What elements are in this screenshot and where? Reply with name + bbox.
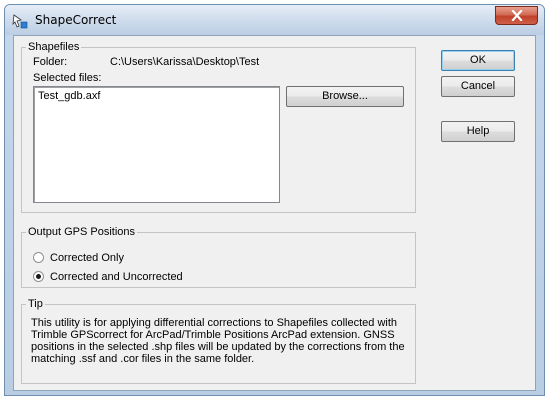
dialog-window: ShapeCorrect Shapefiles Folder: C:\Users… [4, 4, 545, 396]
window-title: ShapeCorrect [35, 13, 117, 27]
output-gps-legend: Output GPS Positions [28, 226, 135, 238]
close-x-icon [511, 10, 523, 21]
tip-text: This utility is for applying differentia… [31, 317, 405, 365]
folder-path: C:\Users\Karissa\Desktop\Test [110, 56, 260, 68]
radio-label: Corrected Only [50, 252, 124, 264]
help-button[interactable]: Help [441, 121, 515, 142]
close-button[interactable] [495, 6, 538, 25]
browse-button[interactable]: Browse... [286, 86, 404, 107]
cancel-button[interactable]: Cancel [441, 76, 515, 97]
radio-selected-dot [36, 274, 41, 279]
radio-label: Corrected and Uncorrected [50, 271, 183, 283]
tip-legend: Tip [28, 298, 43, 310]
selected-files-label: Selected files: [33, 72, 102, 84]
radio-circle[interactable] [33, 271, 44, 282]
shapefiles-legend: Shapefiles [28, 41, 80, 53]
ok-button[interactable]: OK [441, 50, 515, 71]
folder-label: Folder: [33, 56, 68, 68]
selected-files-listbox[interactable]: Test_gdb.axf [33, 86, 280, 203]
shapecorrect-app-icon [12, 13, 28, 29]
list-item[interactable]: Test_gdb.axf [38, 90, 100, 102]
title-bar[interactable]: ShapeCorrect [5, 5, 544, 35]
dialog-client-area: Shapefiles Folder: C:\Users\Karissa\Desk… [13, 35, 536, 391]
radio-circle[interactable] [33, 252, 44, 263]
